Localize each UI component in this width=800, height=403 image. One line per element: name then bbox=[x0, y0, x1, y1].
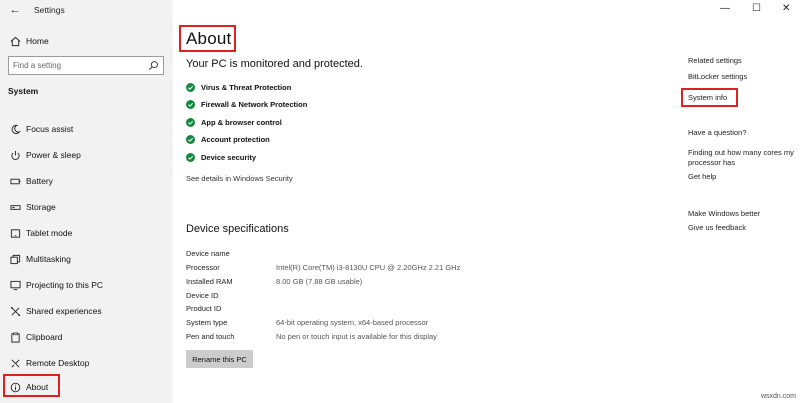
sidebar-item-focus-assist[interactable]: Focus assist bbox=[0, 118, 173, 140]
title-bar: ← Settings bbox=[0, 0, 173, 22]
battery-icon bbox=[9, 175, 21, 187]
sidebar-item-label: Storage bbox=[26, 202, 56, 212]
spec-key: Pen and touch bbox=[186, 332, 235, 341]
section-title: System bbox=[8, 86, 39, 96]
check-circle-icon bbox=[186, 83, 195, 92]
sidebar-item-tablet-mode[interactable]: Tablet mode bbox=[0, 222, 173, 244]
storage-icon bbox=[9, 201, 21, 213]
maximize-icon[interactable]: ☐ bbox=[752, 3, 761, 14]
sidebar-item-label: Battery bbox=[26, 176, 53, 186]
protection-label: Device security bbox=[201, 153, 257, 162]
sidebar-item-label: Remote Desktop bbox=[26, 358, 90, 368]
sidebar-item-label: Multitasking bbox=[26, 254, 71, 264]
spec-row: Device name bbox=[186, 249, 586, 262]
system-info-link[interactable]: System info bbox=[688, 93, 727, 102]
sidebar-item-power-sleep[interactable]: Power & sleep bbox=[0, 144, 173, 166]
spec-key: Device ID bbox=[186, 291, 219, 300]
spec-value: 8.00 GB (7.88 GB usable) bbox=[276, 277, 363, 286]
rename-pc-button[interactable]: Rename this PC bbox=[186, 350, 253, 368]
make-windows-better-title: Make Windows better bbox=[688, 209, 761, 218]
sidebar-item-label: Projecting to this PC bbox=[26, 280, 104, 290]
spec-key: Installed RAM bbox=[186, 277, 233, 286]
question-title: Have a question? bbox=[688, 128, 747, 137]
spec-key: Processor bbox=[186, 263, 220, 272]
protection-label: Firewall & Network Protection bbox=[201, 100, 308, 109]
window-controls: — ☐ ✕ bbox=[710, 0, 800, 22]
moon-icon bbox=[9, 123, 21, 135]
check-circle-icon bbox=[186, 135, 195, 144]
spec-key: Device name bbox=[186, 249, 230, 258]
power-icon bbox=[9, 149, 21, 161]
spec-row: Processor Intel(R) Core(TM) i3-8130U CPU… bbox=[186, 263, 586, 276]
main-content: — ☐ ✕ About Your PC is monitored and pro… bbox=[173, 0, 800, 403]
spec-key: Product ID bbox=[186, 304, 222, 313]
see-details-link[interactable]: See details in Windows Security bbox=[186, 174, 293, 183]
sidebar-item-label: Power & sleep bbox=[26, 150, 81, 160]
bitlocker-settings-link[interactable]: BitLocker settings bbox=[688, 72, 747, 81]
search-input[interactable] bbox=[13, 59, 143, 72]
spec-row: Installed RAM 8.00 GB (7.88 GB usable) bbox=[186, 277, 586, 290]
check-circle-icon bbox=[186, 118, 195, 127]
clipboard-icon bbox=[9, 331, 21, 343]
sidebar-item-label: Focus assist bbox=[26, 124, 74, 134]
watermark: wsxdn.com bbox=[760, 393, 796, 400]
back-arrow-icon[interactable]: ← bbox=[8, 3, 22, 17]
protection-label: App & browser control bbox=[201, 118, 282, 127]
give-feedback-link[interactable]: Give us feedback bbox=[688, 223, 746, 232]
projector-icon bbox=[9, 279, 21, 291]
spec-key: System type bbox=[186, 318, 228, 327]
page-title: About bbox=[186, 29, 232, 48]
sidebar-item-storage[interactable]: Storage bbox=[0, 196, 173, 218]
sidebar: ← Settings Home System Focus assist Powe… bbox=[0, 0, 173, 403]
sidebar-item-label: Tablet mode bbox=[26, 228, 73, 238]
tablet-icon bbox=[9, 227, 21, 239]
spec-value: Intel(R) Core(TM) i3-8130U CPU @ 2.20GHz… bbox=[276, 263, 461, 272]
sidebar-item-shared-experiences[interactable]: Shared experiences bbox=[0, 300, 173, 322]
multitasking-icon bbox=[9, 253, 21, 265]
spec-row: Pen and touch No pen or touch input is a… bbox=[186, 332, 586, 345]
spec-row: Product ID bbox=[186, 304, 586, 317]
sidebar-item-projecting[interactable]: Projecting to this PC bbox=[0, 274, 173, 296]
sidebar-item-label: Home bbox=[26, 36, 49, 46]
home-icon bbox=[9, 35, 21, 47]
sidebar-item-remote-desktop[interactable]: Remote Desktop bbox=[0, 352, 173, 374]
cores-help-link-line1[interactable]: Finding out how many cores my bbox=[688, 148, 794, 157]
spec-value: No pen or touch input is available for t… bbox=[276, 332, 437, 341]
check-circle-icon bbox=[186, 100, 195, 109]
spec-row: System type 64-bit operating system, x64… bbox=[186, 318, 586, 331]
check-circle-icon bbox=[186, 153, 195, 162]
protection-label: Virus & Threat Protection bbox=[201, 83, 292, 92]
sidebar-item-label: Shared experiences bbox=[26, 306, 102, 316]
sidebar-item-clipboard[interactable]: Clipboard bbox=[0, 326, 173, 348]
search-field[interactable] bbox=[8, 56, 164, 75]
remote-icon bbox=[9, 357, 21, 369]
search-icon[interactable] bbox=[148, 60, 159, 71]
spec-value: 64-bit operating system, x64-based proce… bbox=[276, 318, 429, 327]
sidebar-item-home[interactable]: Home bbox=[0, 31, 173, 51]
close-icon[interactable]: ✕ bbox=[782, 3, 790, 14]
spec-row: Device ID bbox=[186, 291, 586, 304]
app-title: Settings bbox=[34, 5, 65, 15]
sidebar-item-battery[interactable]: Battery bbox=[0, 170, 173, 192]
cores-help-link-line2[interactable]: processor has bbox=[688, 158, 735, 167]
about-highlight-box bbox=[3, 374, 60, 397]
shared-icon bbox=[9, 305, 21, 317]
get-help-link[interactable]: Get help bbox=[688, 172, 716, 181]
protection-label: Account protection bbox=[201, 135, 270, 144]
device-specs-heading: Device specifications bbox=[186, 223, 289, 235]
minimize-icon[interactable]: — bbox=[720, 3, 730, 14]
protection-heading: Your PC is monitored and protected. bbox=[186, 58, 363, 70]
sidebar-item-multitasking[interactable]: Multitasking bbox=[0, 248, 173, 270]
sidebar-item-label: Clipboard bbox=[26, 332, 63, 342]
related-settings-title: Related settings bbox=[688, 56, 742, 65]
